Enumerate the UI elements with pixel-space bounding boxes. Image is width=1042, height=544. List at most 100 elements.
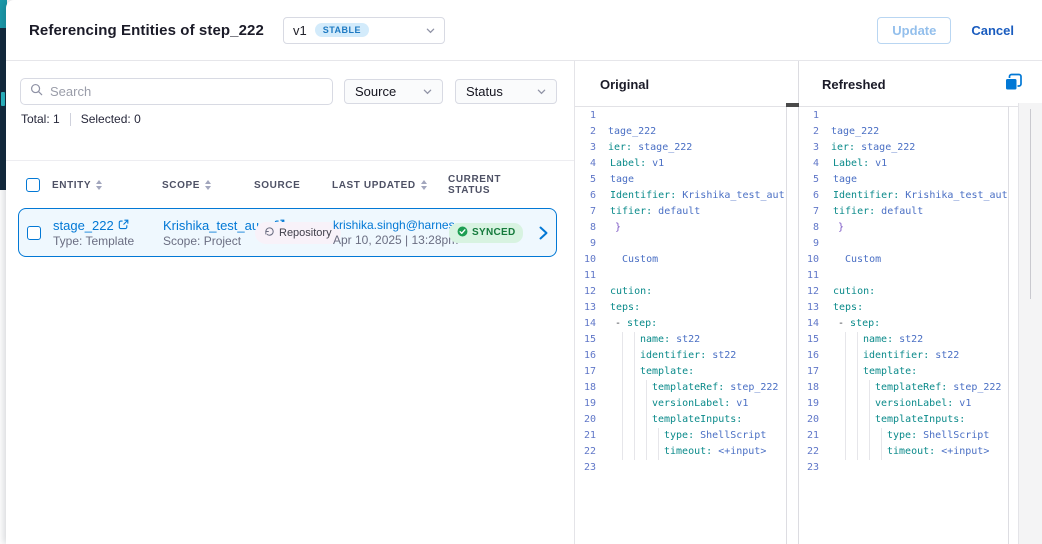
totals-row: Total: 1 Selected: 0	[21, 112, 141, 126]
code-line: 10Custom	[798, 252, 1008, 268]
copy-icon[interactable]	[1003, 73, 1023, 93]
original-scrollbar[interactable]	[786, 106, 787, 544]
sort-icon[interactable]	[96, 180, 102, 190]
code-line: 1	[575, 108, 786, 124]
column-header-source: SOURCE	[254, 180, 332, 191]
sort-icon[interactable]	[421, 180, 427, 190]
scope-cell: Krishika_test_au... Scope: Project	[163, 218, 255, 248]
search-box	[20, 78, 333, 105]
code-line: 4Label: v1	[575, 156, 786, 172]
update-button[interactable]: Update	[877, 17, 951, 44]
synced-check-icon	[457, 226, 468, 240]
entity-type: Type: Template	[53, 234, 163, 248]
code-line: 15name: st22	[575, 332, 786, 348]
refreshed-code-editor[interactable]: 12tage_2223ier: stage_2224Label: v15tage…	[798, 108, 1008, 476]
code-line: 12cution:	[575, 284, 786, 300]
column-header-entity[interactable]: ENTITY	[52, 180, 162, 191]
row-expand-chevron[interactable]	[531, 226, 556, 240]
list-divider	[6, 160, 574, 161]
screen: Referencing Entities of step_222 v1 STAB…	[0, 0, 1042, 544]
search-input[interactable]	[50, 84, 323, 99]
code-line: 11	[798, 268, 1008, 284]
code-line: 19versionLabel: v1	[575, 396, 786, 412]
code-line: 5tage	[575, 172, 786, 188]
code-line: 2tage_222	[798, 124, 1008, 140]
total-count: Total: 1	[21, 112, 60, 126]
code-line: 13teps:	[575, 300, 786, 316]
code-line: 6Identifier: Krishika_test_aut	[575, 188, 786, 204]
code-line: 7tifier: default	[575, 204, 786, 220]
code-line: 8}	[798, 220, 1008, 236]
code-line: 14- step:	[798, 316, 1008, 332]
repository-icon	[264, 226, 275, 240]
version-label: v1	[293, 23, 307, 38]
refreshed-scrollbar[interactable]	[1008, 106, 1009, 544]
code-line: 13teps:	[798, 300, 1008, 316]
totals-divider	[70, 113, 71, 126]
sort-icon[interactable]	[205, 180, 211, 190]
external-link-icon[interactable]	[118, 218, 129, 233]
status-filter-select[interactable]: Status	[455, 79, 557, 104]
code-line: 7tifier: default	[798, 204, 1008, 220]
code-line: 22timeout: <+input>	[575, 444, 786, 460]
code-line: 20templateInputs:	[575, 412, 786, 428]
code-line: 3ier: stage_222	[575, 140, 786, 156]
code-line: 21type: ShellScript	[798, 428, 1008, 444]
code-line: 16identifier: st22	[575, 348, 786, 364]
search-icon	[30, 83, 43, 101]
code-line: 18templateRef: step_222	[798, 380, 1008, 396]
code-line: 17template:	[575, 364, 786, 380]
column-header-scope[interactable]: SCOPE	[162, 180, 254, 191]
chevron-down-icon	[423, 87, 432, 96]
updated-by-link[interactable]: krishika.singh@harnes...	[333, 218, 465, 232]
original-code-editor[interactable]: 12tage_2223ier: stage_2224Label: v15tage…	[575, 108, 786, 476]
code-line: 9	[575, 236, 786, 252]
code-line: 4Label: v1	[798, 156, 1008, 172]
referencing-entities-modal: Referencing Entities of step_222 v1 STAB…	[6, 0, 1042, 544]
code-line: 19versionLabel: v1	[798, 396, 1008, 412]
code-line: 20templateInputs:	[798, 412, 1008, 428]
chevron-down-icon	[426, 26, 435, 35]
refreshed-panel-title: Refreshed	[822, 77, 886, 92]
entity-link[interactable]: stage_222	[53, 218, 114, 233]
code-line: 3ier: stage_222	[798, 140, 1008, 156]
status-badge: SYNCED	[449, 223, 523, 243]
chevron-down-icon	[537, 87, 546, 96]
code-line: 5tage	[798, 172, 1008, 188]
status-cell: SYNCED	[449, 223, 531, 243]
code-line: 23	[798, 460, 1008, 476]
entity-row[interactable]: stage_222 Type: Template Krishika_test_a…	[18, 208, 557, 257]
select-all-checkbox[interactable]	[26, 178, 40, 192]
column-header-last-updated[interactable]: LAST UPDATED	[332, 180, 448, 191]
code-line: 23	[575, 460, 786, 476]
status-filter-label: Status	[466, 84, 503, 99]
source-cell: Repository	[255, 222, 333, 244]
code-line: 10Custom	[575, 252, 786, 268]
last-updated-cell: krishika.singh@harnes... Apr 10, 2025 | …	[333, 218, 449, 247]
code-line: 15name: st22	[798, 332, 1008, 348]
updated-at: Apr 10, 2025 | 13:28pm	[333, 233, 449, 247]
code-line: 12cution:	[798, 284, 1008, 300]
code-line: 22timeout: <+input>	[798, 444, 1008, 460]
code-line: 17template:	[798, 364, 1008, 380]
modal-header: Referencing Entities of step_222 v1 STAB…	[6, 0, 1042, 61]
code-line: 14- step:	[575, 316, 786, 332]
table-header: ENTITY SCOPE SOURCE LAST UPDATED	[18, 173, 562, 197]
page-title: Referencing Entities of step_222	[29, 22, 264, 39]
entities-pane: Source Status Total: 1 Selected: 0	[6, 61, 575, 544]
source-filter-select[interactable]: Source	[344, 79, 443, 104]
code-line: 2tage_222	[575, 124, 786, 140]
scrollbar-track[interactable]	[1018, 103, 1042, 544]
row-checkbox[interactable]	[27, 226, 41, 240]
cancel-button[interactable]: Cancel	[971, 23, 1014, 38]
original-panel-title: Original	[600, 77, 649, 92]
scope-link[interactable]: Krishika_test_au...	[163, 218, 270, 233]
code-line: 9	[798, 236, 1008, 252]
selected-count: Selected: 0	[81, 112, 141, 126]
code-line: 21type: ShellScript	[575, 428, 786, 444]
version-select[interactable]: v1 STABLE	[283, 17, 445, 44]
yaml-diff-pane: Original Refreshed 12tage_2223ier: stage…	[575, 61, 1042, 544]
scrollbar-thumb[interactable]	[786, 103, 799, 107]
code-line: 8}	[575, 220, 786, 236]
scrollbar-thumb[interactable]	[1030, 109, 1031, 299]
